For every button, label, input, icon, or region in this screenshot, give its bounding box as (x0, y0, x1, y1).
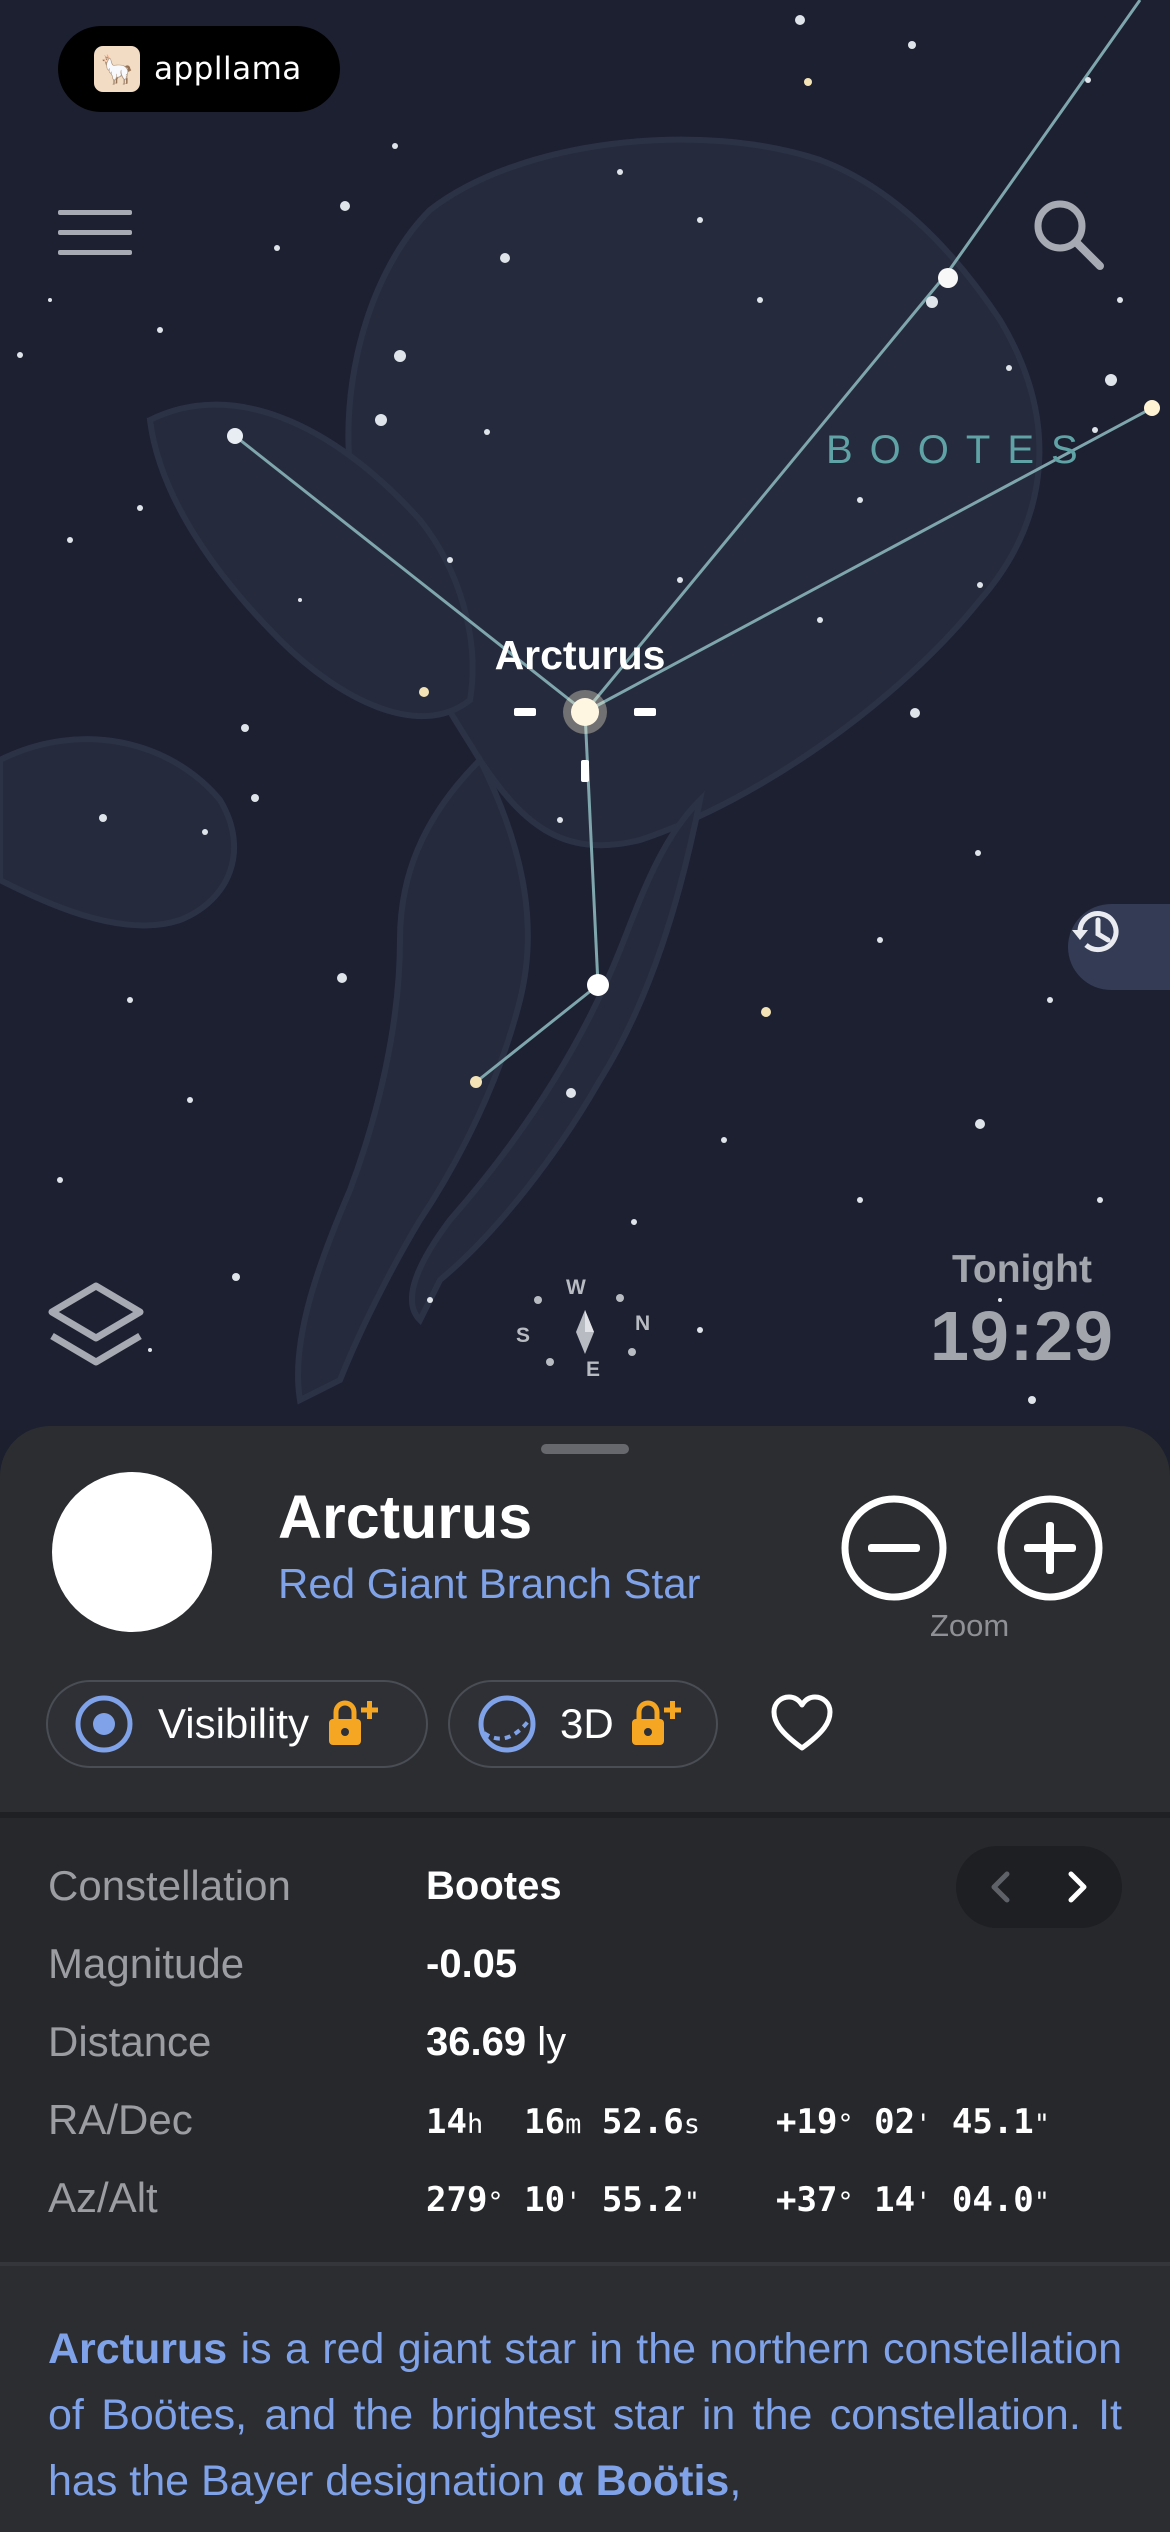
property-value: -0.05 (426, 1942, 518, 1986)
zoom-label: Zoom (930, 1608, 1010, 1643)
az-degrees: 279 (426, 2180, 488, 2220)
property-label: Constellation (48, 1862, 291, 1909)
hamburger-menu-icon (58, 210, 132, 255)
minus-circle-icon (841, 1495, 947, 1601)
object-type: Red Giant Branch Star (278, 1560, 701, 1607)
right-ascension: 14h 16m 52.6s (426, 2102, 700, 2142)
ra-minutes-unit: m (565, 2109, 582, 2140)
star-field (0, 0, 1160, 1405)
search-icon (1034, 200, 1104, 270)
section-divider (0, 2262, 1170, 2266)
property-label: RA/Dec (48, 2096, 193, 2143)
time-value: 19:29 (929, 1297, 1114, 1375)
ra-seconds-unit: s (683, 2109, 701, 2140)
property-row-distance: Distance 36.69 ly (48, 2018, 1128, 2078)
compass[interactable]: W S N E (510, 1276, 660, 1386)
menu-button[interactable] (58, 208, 134, 264)
property-label: Az/Alt (48, 2174, 158, 2221)
history-icon (1072, 911, 1119, 953)
object-info-sheet: Arcturus Red Giant Branch Star Zoom Visi… (0, 1426, 1170, 2532)
ra-minutes: 16 (524, 2102, 566, 2142)
property-row-azalt: Az/Alt 279° 10' 55.2" +37° 14' 04.0" (48, 2174, 1128, 2234)
property-label: Magnitude (48, 1940, 245, 1987)
layers-button[interactable] (48, 1280, 146, 1380)
altitude: +37° 14' 04.0" (776, 2180, 1051, 2220)
layers-icon (48, 1282, 144, 1366)
figure-torso (345, 136, 1043, 849)
declination: +19° 02' 45.1" (776, 2102, 1051, 2142)
brand-badge: 🦙 appllama (58, 26, 340, 112)
llama-logo-icon: 🦙 (94, 46, 140, 92)
sky-map[interactable]: 🦙 appllama BOOTES Arcturus W S N E Tonig… (0, 0, 1170, 1430)
dec-seconds: 45.1 (951, 2102, 1034, 2142)
zoom-out-button[interactable] (840, 1494, 948, 1602)
alt-degrees: +37 (776, 2180, 838, 2220)
azimuth: 279° 10' 55.2" (426, 2180, 701, 2220)
az-minutes: 10 (524, 2180, 566, 2220)
dec-minutes: 02 (874, 2102, 916, 2142)
time-label: Tonight (951, 1248, 1092, 1291)
object-thumbnail (52, 1472, 212, 1632)
distance-unit: ly (537, 2020, 567, 2064)
premium-lock-icon (328, 1700, 378, 1745)
section-divider (0, 1812, 1170, 1818)
object-name: Arcturus (278, 1483, 533, 1551)
visibility-chip-label: Visibility (158, 1700, 309, 1747)
orbit-icon (478, 1695, 536, 1753)
property-row-constellation: Constellation Bootes (48, 1862, 1128, 1922)
properties-panel: Constellation Bootes Magnitude -0.05 Dis… (0, 1812, 1170, 2264)
brand-name: appllama (154, 51, 302, 87)
3d-chip-label: 3D (560, 1700, 614, 1747)
history-button[interactable] (1068, 904, 1170, 990)
3d-view-chip[interactable]: 3D (448, 1680, 718, 1768)
dec-degrees: +19 (776, 2102, 838, 2142)
bayer-designation: α Boötis (557, 2457, 730, 2505)
alt-minutes: 14 (874, 2180, 916, 2220)
az-seconds: 55.2 (601, 2180, 684, 2220)
heart-icon (771, 1694, 833, 1751)
distance-value: 36.69 (426, 2020, 527, 2064)
compass-s: S (516, 1324, 531, 1347)
compass-n: N (635, 1312, 651, 1335)
property-row-radec: RA/Dec 14h 16m 52.6s +19° 02' 45.1" (48, 2096, 1128, 2156)
search-button[interactable] (1030, 196, 1114, 280)
selected-star-label[interactable]: Arcturus (470, 632, 690, 679)
figure-hand (0, 736, 238, 929)
plus-circle-icon (997, 1495, 1103, 1601)
property-value: 36.69 ly (426, 2020, 566, 2065)
ra-hours: 14 (426, 2102, 467, 2142)
sheet-drag-handle[interactable] (541, 1444, 629, 1454)
property-row-magnitude: Magnitude -0.05 (48, 1940, 1128, 2000)
target-icon (75, 1695, 133, 1753)
compass-e: E (586, 1358, 601, 1381)
premium-lock-icon (631, 1700, 681, 1745)
compass-w: W (566, 1276, 586, 1299)
constellation-name-label[interactable]: BOOTES (826, 428, 1095, 473)
alt-seconds: 04.0 (951, 2180, 1034, 2220)
description-lead: Arcturus (48, 2325, 228, 2373)
description-text-end: , (729, 2457, 742, 2505)
time-control[interactable]: Tonight 19:29 (930, 1248, 1114, 1376)
ra-hours-unit: h (466, 2109, 484, 2140)
visibility-chip[interactable]: Visibility (46, 1680, 428, 1768)
ra-seconds: 52.6 (601, 2102, 684, 2142)
property-label: Distance (48, 2018, 212, 2065)
zoom-in-button[interactable] (996, 1494, 1104, 1602)
object-description: Arcturus is a red giant star in the nort… (48, 2316, 1122, 2514)
property-value[interactable]: Bootes (426, 1864, 562, 1909)
favorite-button[interactable] (770, 1694, 834, 1754)
